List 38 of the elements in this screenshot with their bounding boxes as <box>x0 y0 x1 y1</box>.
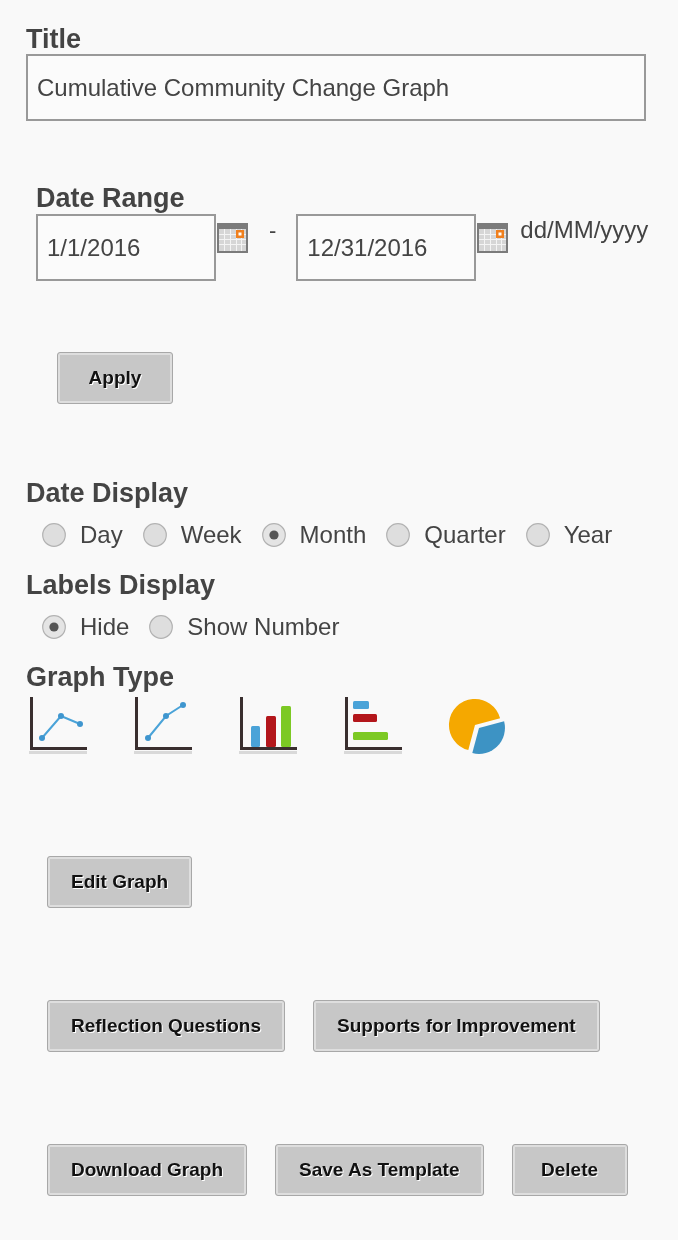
date-field[interactable]: 12/31/2016 <box>296 214 477 281</box>
field-label: Title <box>26 25 81 54</box>
action-button[interactable]: Edit Graph <box>47 856 193 908</box>
radio-label[interactable]: Hide <box>80 613 130 641</box>
apply-button[interactable]: Apply <box>57 352 173 404</box>
title-input[interactable]: Cumulative Community Change Graph <box>26 54 646 121</box>
action-button[interactable]: Delete <box>511 1144 628 1196</box>
radio-button[interactable] <box>261 523 286 547</box>
line-chart-icon[interactable] <box>133 696 193 756</box>
action-button[interactable]: Supports for Improvement <box>313 1000 600 1052</box>
radio-button[interactable] <box>149 615 174 639</box>
section-label: Date Display <box>26 479 189 508</box>
action-button[interactable]: Save As Template <box>275 1144 484 1196</box>
radio-label[interactable]: Year <box>563 521 613 549</box>
radio-label[interactable]: Month <box>299 521 367 549</box>
radio-label[interactable]: Quarter <box>424 521 506 549</box>
radio-button[interactable] <box>142 523 167 547</box>
radio-button[interactable] <box>42 523 66 547</box>
radio-label[interactable]: Day <box>80 521 123 549</box>
column-chart-icon[interactable] <box>238 696 298 756</box>
line-chart-icon[interactable] <box>28 696 88 756</box>
action-button[interactable]: Download Graph <box>47 1144 247 1196</box>
action-button[interactable]: Reflection Questions <box>47 1000 286 1052</box>
radio-button[interactable] <box>525 523 550 547</box>
radio-label[interactable]: Show Number <box>187 613 340 641</box>
calendar-icon[interactable] <box>217 223 248 253</box>
section-label: Labels Display <box>26 571 216 600</box>
radio-label[interactable]: Week <box>180 521 242 549</box>
range-separator: - <box>269 218 277 244</box>
radio-button[interactable] <box>386 523 411 547</box>
pie-chart-icon[interactable] <box>448 696 508 756</box>
field-label: Date Range <box>36 184 185 213</box>
date-field[interactable]: 1/1/2016 <box>36 214 216 281</box>
calendar-icon[interactable] <box>477 223 509 253</box>
date-format-hint: dd/MM/yyyy <box>520 216 649 244</box>
radio-button[interactable] <box>42 615 66 639</box>
section-label: Graph Type <box>26 663 175 692</box>
bar-chart-icon[interactable] <box>343 696 403 756</box>
